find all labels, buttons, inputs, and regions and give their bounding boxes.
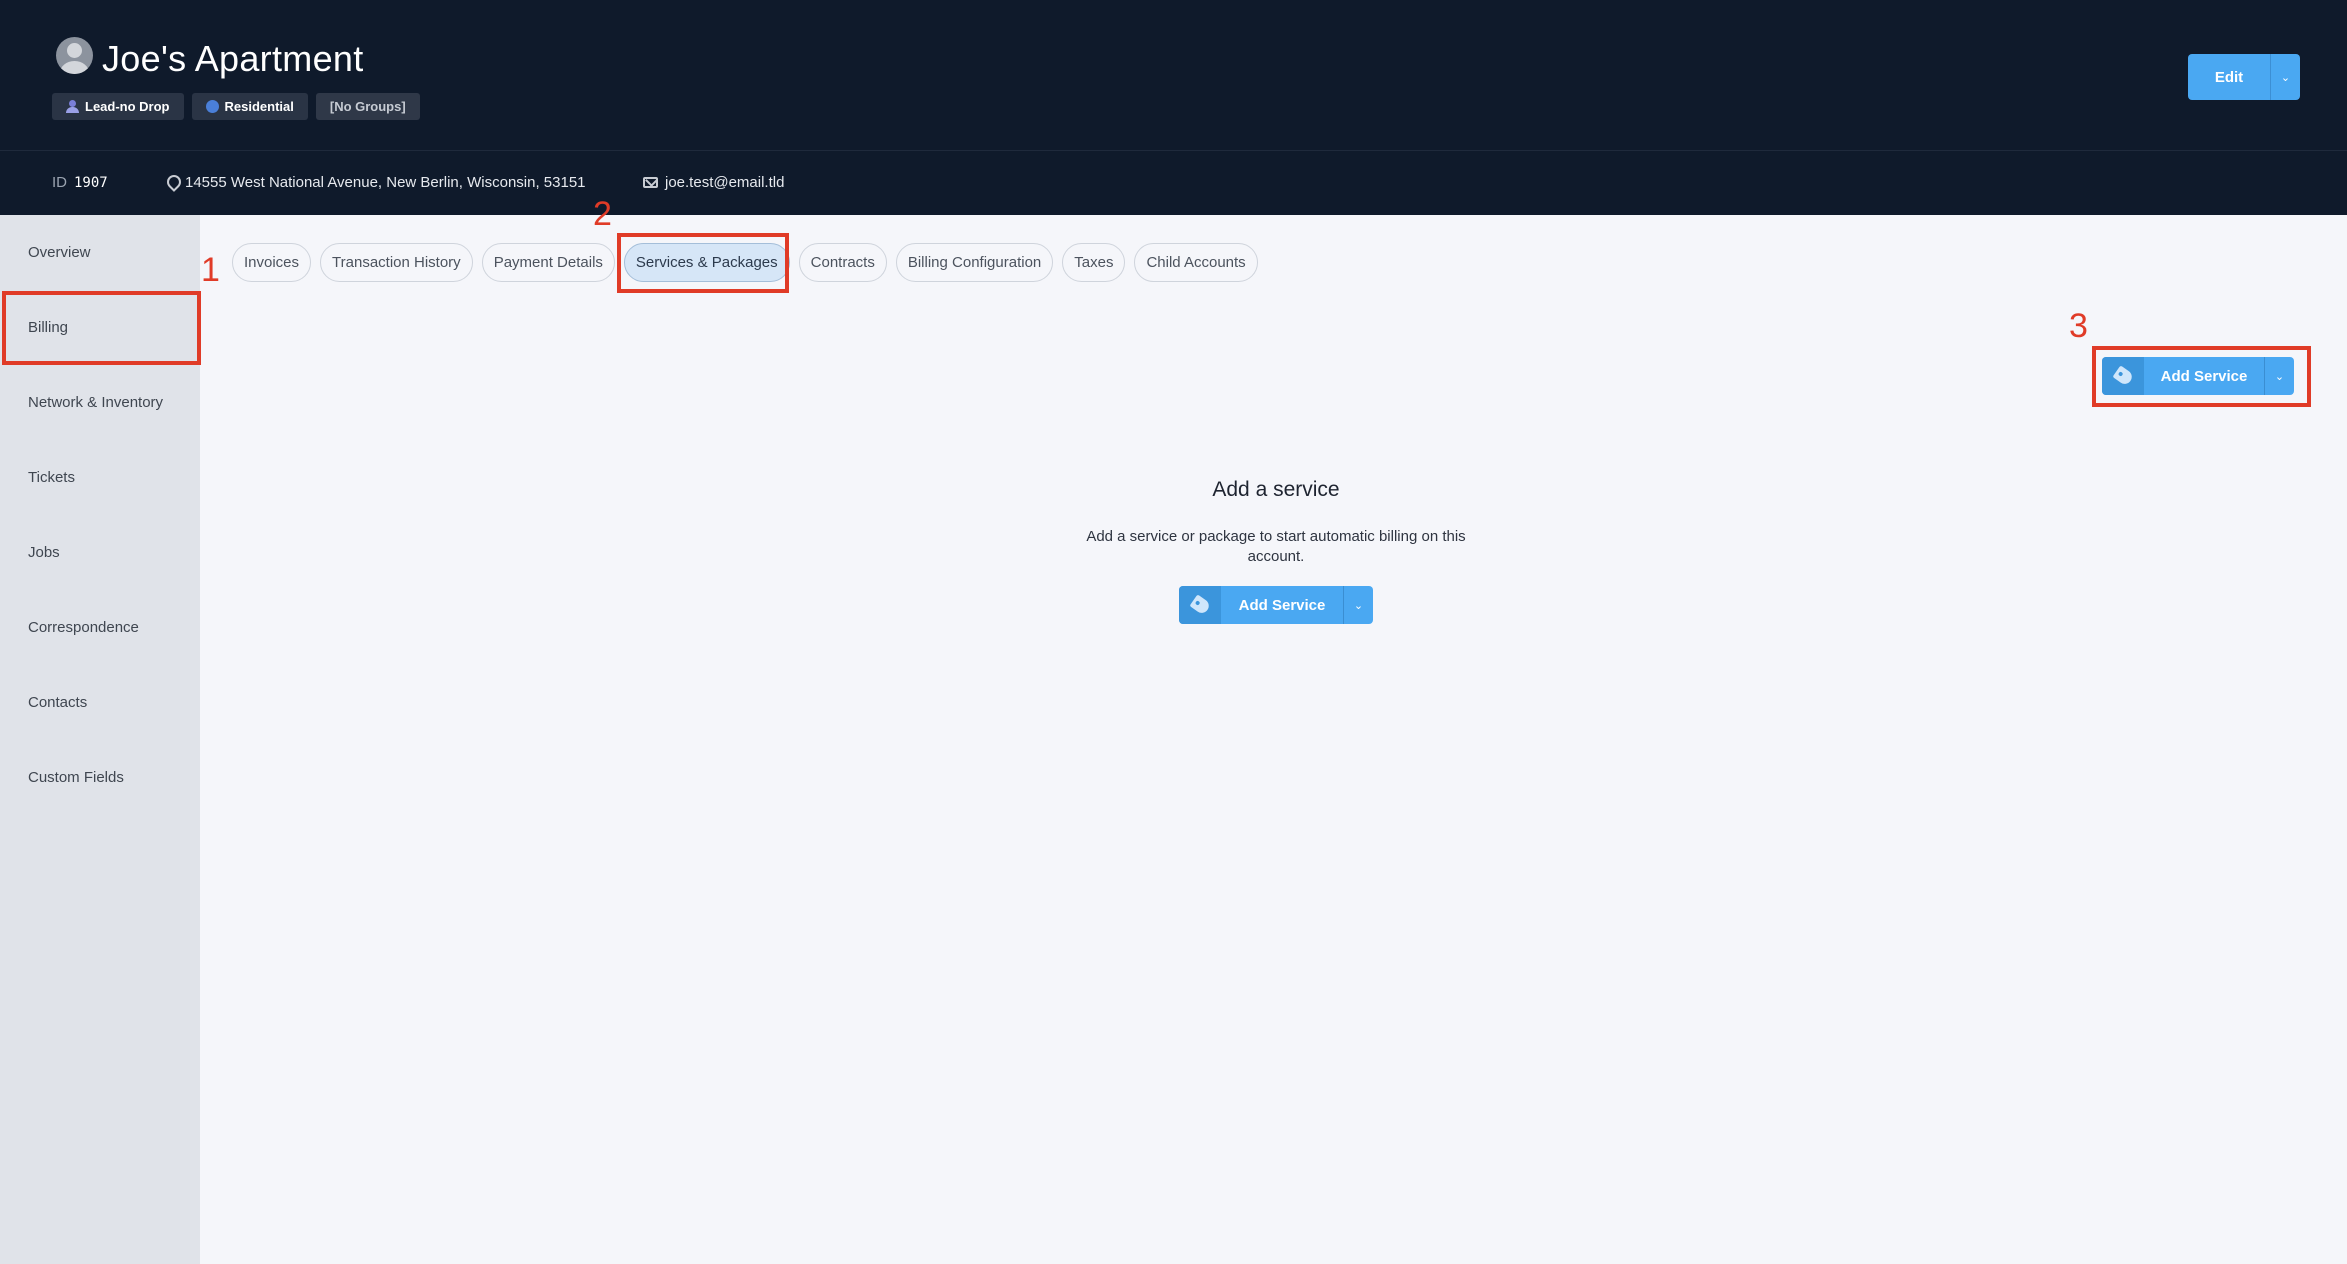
tab-child-accounts[interactable]: Child Accounts <box>1134 243 1258 282</box>
empty-state-title: Add a service <box>1212 478 1340 501</box>
sidebar-item-overview[interactable]: Overview <box>0 215 200 290</box>
tag-label: Lead-no Drop <box>85 99 170 114</box>
tab-payment-details[interactable]: Payment Details <box>481 243 615 282</box>
id-label: ID <box>52 174 67 191</box>
billing-tabs: Invoices Transaction History Payment Det… <box>232 243 1258 282</box>
annotation-number-2: 2 <box>593 195 612 233</box>
tab-contracts[interactable]: Contracts <box>798 243 887 282</box>
empty-state-description: Add a service or package to start automa… <box>1086 528 1466 565</box>
id-value: 1907 <box>74 174 108 191</box>
envelope-icon <box>643 177 658 188</box>
sidebar-item-network-inventory[interactable]: Network & Inventory <box>0 365 200 440</box>
empty-add-service-label: Add Service <box>1238 596 1326 614</box>
tag-icon <box>1179 586 1221 624</box>
empty-add-service-split-button[interactable]: Add Service ⌄ <box>1179 586 1373 624</box>
email-text: joe.test@email.tld <box>665 174 785 191</box>
add-service-split-button[interactable]: Add Service ⌄ <box>2102 357 2294 395</box>
sidebar-item-custom-fields[interactable]: Custom Fields <box>0 740 200 815</box>
address-text: 14555 West National Avenue, New Berlin, … <box>185 174 586 191</box>
tab-transaction-history[interactable]: Transaction History <box>320 243 473 282</box>
add-service-label: Add Service <box>2160 367 2248 385</box>
account-address[interactable]: 14555 West National Avenue, New Berlin, … <box>166 174 586 191</box>
sidebar-item-tickets[interactable]: Tickets <box>0 440 200 515</box>
sidebar-item-jobs[interactable]: Jobs <box>0 515 200 590</box>
chevron-down-icon[interactable]: ⌄ <box>1343 586 1373 624</box>
annotation-number-1: 1 <box>201 251 220 289</box>
tab-services-packages[interactable]: Services & Packages <box>623 243 790 282</box>
tab-taxes[interactable]: Taxes <box>1062 243 1126 282</box>
avatar <box>56 37 93 74</box>
sidebar-nav: Overview Billing Network & Inventory Tic… <box>0 215 200 1264</box>
annotation-number-3: 3 <box>2069 307 2088 345</box>
edit-split-button[interactable]: Edit ⌄ <box>2188 54 2300 100</box>
sidebar-item-contacts[interactable]: Contacts <box>0 665 200 740</box>
tab-invoices[interactable]: Invoices <box>232 243 312 282</box>
location-pin-icon <box>166 175 178 190</box>
account-info-bar: ID 1907 14555 West National Avenue, New … <box>0 150 2347 215</box>
status-tag-lead[interactable]: Lead-no Drop <box>52 93 184 120</box>
add-service-button[interactable]: Add Service <box>2102 357 2264 395</box>
page-title: Joe's Apartment <box>102 38 364 79</box>
type-tag-residential[interactable]: Residential <box>191 93 308 120</box>
empty-add-service-button[interactable]: Add Service <box>1179 586 1343 624</box>
account-email[interactable]: joe.test@email.tld <box>643 174 784 191</box>
chevron-down-icon[interactable]: ⌄ <box>2264 357 2294 395</box>
sidebar-item-billing[interactable]: Billing <box>0 290 200 365</box>
tag-label: Residential <box>224 99 294 114</box>
account-header: Joe's Apartment Lead-no Drop Residential… <box>0 0 2347 150</box>
tab-billing-configuration[interactable]: Billing Configuration <box>895 243 1054 282</box>
account-id: ID 1907 <box>52 174 108 191</box>
account-tags: Lead-no Drop Residential [No Groups] <box>52 93 420 120</box>
chevron-down-icon[interactable]: ⌄ <box>2270 54 2300 100</box>
edit-button[interactable]: Edit <box>2188 54 2270 100</box>
sidebar-item-correspondence[interactable]: Correspondence <box>0 590 200 665</box>
groups-tag[interactable]: [No Groups] <box>315 93 420 120</box>
person-icon <box>66 100 79 113</box>
tag-label: [No Groups] <box>329 99 406 114</box>
tag-icon <box>2102 357 2144 395</box>
dot-icon <box>205 100 219 113</box>
